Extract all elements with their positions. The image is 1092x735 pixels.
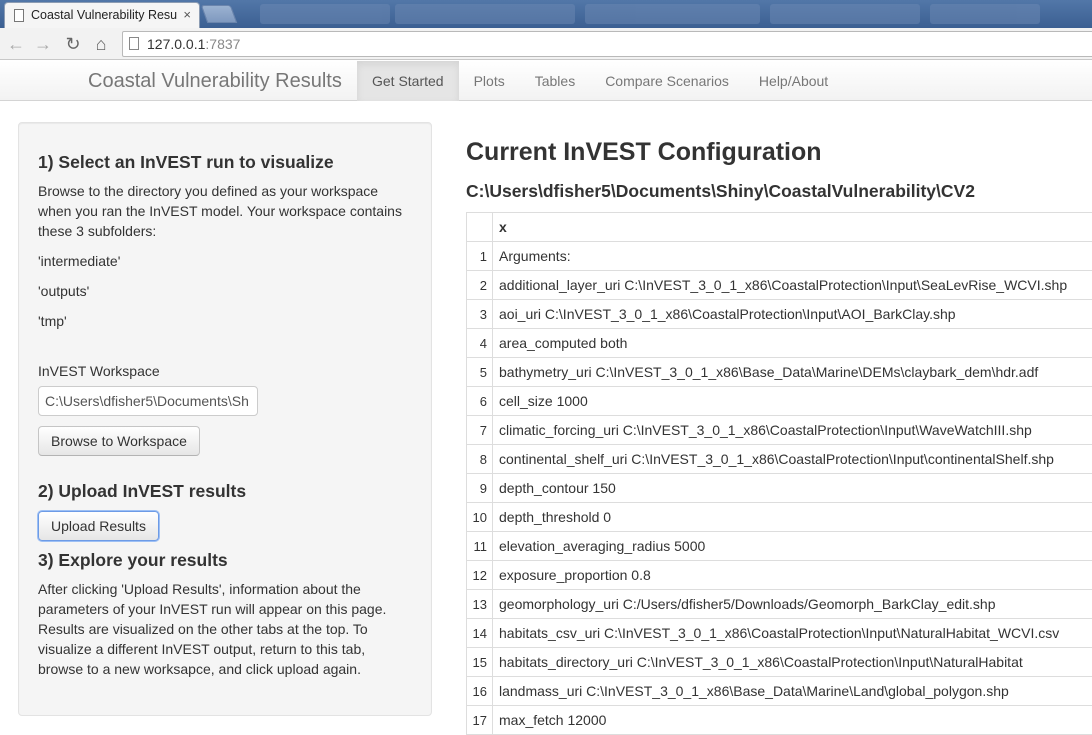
url-host: 127.0.0.1	[147, 36, 205, 52]
table-row: 5bathymetry_uri C:\InVEST_3_0_1_x86\Base…	[467, 358, 1092, 387]
step3-description: After clicking 'Upload Results', informa…	[38, 579, 412, 679]
row-value: depth_threshold 0	[493, 503, 1092, 532]
table-row: 11elevation_averaging_radius 5000	[467, 532, 1092, 561]
row-value: max_fetch 12000	[493, 706, 1092, 735]
row-index: 3	[467, 300, 493, 329]
upload-results-button[interactable]: Upload Results	[38, 511, 159, 541]
row-index: 6	[467, 387, 493, 416]
subfolder-intermediate: 'intermediate'	[38, 251, 412, 271]
row-value: aoi_uri C:\InVEST_3_0_1_x86\CoastalProte…	[493, 300, 1092, 329]
row-index: 9	[467, 474, 493, 503]
url-port: :7837	[205, 36, 240, 52]
row-value: continental_shelf_uri C:\InVEST_3_0_1_x8…	[493, 445, 1092, 474]
table-row: 10depth_threshold 0	[467, 503, 1092, 532]
table-row: 3aoi_uri C:\InVEST_3_0_1_x86\CoastalProt…	[467, 300, 1092, 329]
table-row: 4area_computed both	[467, 329, 1092, 358]
row-index: 1	[467, 242, 493, 271]
row-index: 5	[467, 358, 493, 387]
tab-plots[interactable]: Plots	[459, 61, 520, 101]
table-row: 2additional_layer_uri C:\InVEST_3_0_1_x8…	[467, 271, 1092, 300]
browser-tab-title: Coastal Vulnerability Resu	[31, 8, 177, 22]
table-row: 13geomorphology_uri C:/Users/dfisher5/Do…	[467, 590, 1092, 619]
row-index: 10	[467, 503, 493, 532]
table-row: 14habitats_csv_uri C:\InVEST_3_0_1_x86\C…	[467, 619, 1092, 648]
tab-get-started[interactable]: Get Started	[357, 61, 459, 101]
reload-icon[interactable]: ↻	[61, 32, 85, 56]
row-value: geomorphology_uri C:/Users/dfisher5/Down…	[493, 590, 1092, 619]
background-tabs	[240, 4, 1092, 24]
row-value: habitats_directory_uri C:\InVEST_3_0_1_x…	[493, 648, 1092, 677]
sidebar-panel: 1) Select an InVEST run to visualize Bro…	[18, 122, 432, 716]
app-brand[interactable]: Coastal Vulnerability Results	[88, 61, 342, 101]
table-row: 8continental_shelf_uri C:\InVEST_3_0_1_x…	[467, 445, 1092, 474]
step1-description: Browse to the directory you defined as y…	[38, 181, 412, 241]
table-header-x: x	[493, 213, 1092, 242]
row-index: 14	[467, 619, 493, 648]
workspace-label: InVEST Workspace	[38, 361, 412, 381]
table-row: 6cell_size 1000	[467, 387, 1092, 416]
back-arrow-icon[interactable]: ←	[4, 32, 28, 56]
page-title: Current InVEST Configuration	[466, 138, 822, 167]
subfolder-outputs: 'outputs'	[38, 281, 412, 301]
configuration-table: x 1Arguments:2additional_layer_uri C:\In…	[466, 212, 1092, 735]
row-index: 7	[467, 416, 493, 445]
tab-compare-scenarios[interactable]: Compare Scenarios	[590, 61, 744, 101]
table-row: 16landmass_uri C:\InVEST_3_0_1_x86\Base_…	[467, 677, 1092, 706]
row-index: 4	[467, 329, 493, 358]
row-index: 15	[467, 648, 493, 677]
workspace-path-heading: C:\Users\dfisher5\Documents\Shiny\Coasta…	[466, 181, 975, 202]
table-row: 7climatic_forcing_uri C:\InVEST_3_0_1_x8…	[467, 416, 1092, 445]
page-icon	[14, 9, 24, 22]
close-tab-icon[interactable]: ×	[183, 3, 191, 27]
row-value: area_computed both	[493, 329, 1092, 358]
new-tab-button[interactable]	[201, 5, 238, 23]
row-index: 11	[467, 532, 493, 561]
row-value: habitats_csv_uri C:\InVEST_3_0_1_x86\Coa…	[493, 619, 1092, 648]
row-value: landmass_uri C:\InVEST_3_0_1_x86\Base_Da…	[493, 677, 1092, 706]
row-index: 13	[467, 590, 493, 619]
table-header-index	[467, 213, 493, 242]
row-index: 2	[467, 271, 493, 300]
row-value: depth_contour 150	[493, 474, 1092, 503]
browser-toolbar: ← → ↻ ⌂ 127.0.0.1:7837	[0, 28, 1092, 60]
table-header-row: x	[467, 213, 1092, 242]
home-icon[interactable]: ⌂	[89, 32, 113, 56]
browser-tab-active[interactable]: Coastal Vulnerability Resu ×	[4, 2, 200, 29]
forward-arrow-icon[interactable]: →	[31, 32, 55, 56]
table-body: 1Arguments:2additional_layer_uri C:\InVE…	[467, 242, 1092, 735]
page-icon	[129, 37, 139, 50]
step3-heading: 3) Explore your results	[38, 549, 412, 571]
nav-tabs: Get Started Plots Tables Compare Scenari…	[357, 61, 843, 101]
address-bar[interactable]: 127.0.0.1:7837	[122, 31, 1092, 57]
row-index: 8	[467, 445, 493, 474]
table-row: 9depth_contour 150	[467, 474, 1092, 503]
app-navbar: Coastal Vulnerability Results Get Starte…	[0, 61, 1092, 101]
row-value: Arguments:	[493, 242, 1092, 271]
step2-heading: 2) Upload InVEST results	[38, 480, 412, 502]
tab-tables[interactable]: Tables	[520, 61, 590, 101]
table-row: 12exposure_proportion 0.8	[467, 561, 1092, 590]
row-value: elevation_averaging_radius 5000	[493, 532, 1092, 561]
workspace-path-input[interactable]: C:\Users\dfisher5\Documents\Sh	[38, 386, 258, 416]
row-index: 16	[467, 677, 493, 706]
browse-workspace-button[interactable]: Browse to Workspace	[38, 426, 200, 456]
browser-tab-strip: Coastal Vulnerability Resu ×	[0, 0, 1092, 28]
row-index: 17	[467, 706, 493, 735]
row-value: cell_size 1000	[493, 387, 1092, 416]
row-value: climatic_forcing_uri C:\InVEST_3_0_1_x86…	[493, 416, 1092, 445]
row-value: bathymetry_uri C:\InVEST_3_0_1_x86\Base_…	[493, 358, 1092, 387]
table-row: 1Arguments:	[467, 242, 1092, 271]
row-value: additional_layer_uri C:\InVEST_3_0_1_x86…	[493, 271, 1092, 300]
row-index: 12	[467, 561, 493, 590]
step1-heading: 1) Select an InVEST run to visualize	[38, 151, 412, 173]
table-row: 15habitats_directory_uri C:\InVEST_3_0_1…	[467, 648, 1092, 677]
table-row: 17max_fetch 12000	[467, 706, 1092, 735]
row-value: exposure_proportion 0.8	[493, 561, 1092, 590]
subfolder-tmp: 'tmp'	[38, 311, 412, 331]
tab-help-about[interactable]: Help/About	[744, 61, 843, 101]
